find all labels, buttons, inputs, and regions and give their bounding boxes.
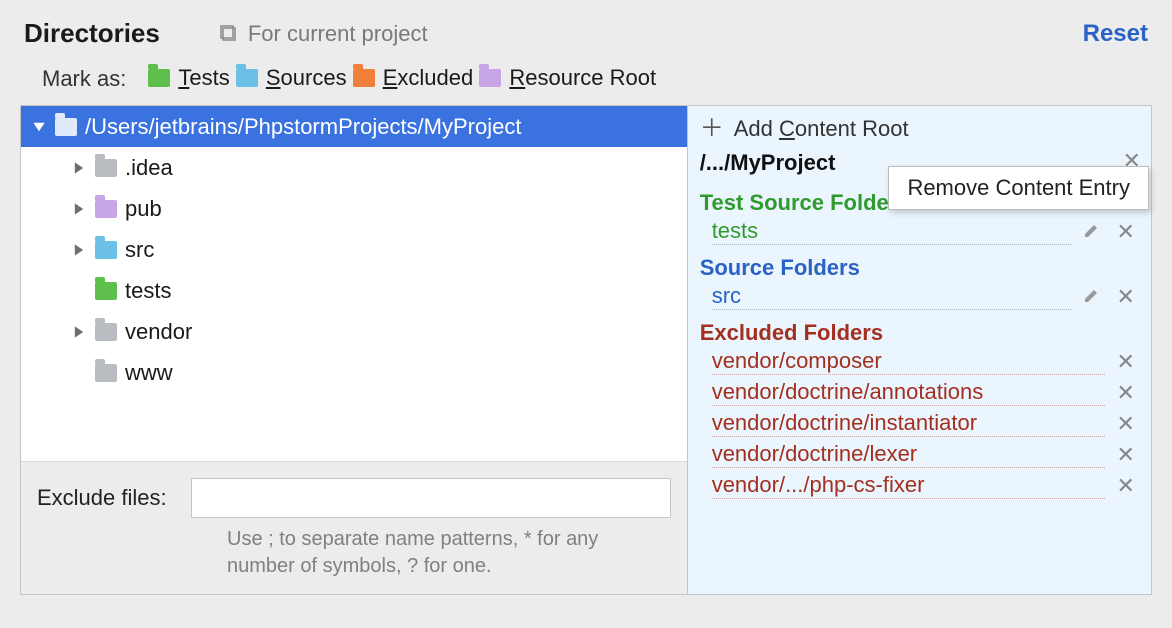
folder-entry-label: vendor/doctrine/annotations [712,379,1105,406]
close-icon[interactable]: ✕ [1113,219,1139,245]
folder-entry[interactable]: tests ✕ [688,216,1151,247]
exclude-files-block: Exclude files: Use ; to separate name pa… [21,461,687,594]
tree-item-label: vendor [125,315,192,348]
add-content-root-label: Add Content Root [734,116,909,142]
folder-icon [95,241,117,259]
close-icon[interactable]: ✕ [1113,349,1139,375]
tree-item[interactable]: pub [21,188,687,229]
mark-as-excluded[interactable]: Excluded [353,65,474,91]
chevron-right-icon[interactable] [71,243,87,257]
chevron-right-icon[interactable] [71,161,87,175]
exclude-files-label: Exclude files: [37,485,167,511]
mark-as-label: Mark as: [42,66,126,92]
folder-entry-label: src [712,283,1071,310]
folder-entry-label: vendor/doctrine/instantiator [712,410,1105,437]
tree-item[interactable]: src [21,229,687,270]
mark-as-resource-root[interactable]: Resource Root [479,65,656,91]
tree-item[interactable]: .idea [21,147,687,188]
scope-icon [220,25,238,43]
mark-as-item-label: Sources [266,65,347,91]
folder-entry-label: vendor/composer [712,348,1105,375]
directory-tree[interactable]: /Users/jetbrains/PhpstormProjects/MyProj… [21,106,687,461]
folder-icon [148,69,170,87]
mark-as-tests[interactable]: Tests [148,65,229,91]
folder-entry-label: tests [712,218,1071,245]
folder-entry[interactable]: src ✕ [688,281,1151,312]
section-title: Excluded Folders [688,312,1151,346]
tree-root-label: /Users/jetbrains/PhpstormProjects/MyProj… [85,110,521,143]
scope-label: For current project [248,21,428,47]
tooltip-remove-content-entry: Remove Content Entry [888,166,1149,210]
folder-entry[interactable]: vendor/doctrine/lexer ✕ [688,439,1151,470]
close-icon[interactable]: ✕ [1113,284,1139,310]
mark-as-item-label: Excluded [383,65,474,91]
folder-entry[interactable]: vendor/composer ✕ [688,346,1151,377]
folder-icon [479,69,501,87]
exclude-files-hint: Use ; to separate name patterns, * for a… [37,518,671,580]
close-icon[interactable]: ✕ [1113,411,1139,437]
close-icon[interactable]: ✕ [1113,442,1139,468]
folder-entry[interactable]: vendor/.../php-cs-fixer ✕ [688,470,1151,501]
pencil-icon[interactable] [1079,284,1105,310]
tree-root[interactable]: /Users/jetbrains/PhpstormProjects/MyProj… [21,106,687,147]
folder-entry[interactable]: vendor/doctrine/instantiator ✕ [688,408,1151,439]
pencil-icon[interactable] [1079,219,1105,245]
reset-button[interactable]: Reset [1083,20,1148,48]
settings-header: Directories For current project Reset [0,0,1172,59]
directory-tree-panel: /Users/jetbrains/PhpstormProjects/MyProj… [21,106,688,594]
plus-icon: ＋ [700,117,724,141]
folder-icon [95,282,117,300]
exclude-files-input[interactable] [191,478,671,518]
tree-item-label: .idea [125,151,173,184]
close-icon[interactable]: ✕ [1113,380,1139,406]
tree-item[interactable]: vendor [21,311,687,352]
add-content-root-button[interactable]: ＋ Add Content Root [688,106,1151,148]
chevron-right-icon[interactable] [71,325,87,339]
folder-icon [95,200,117,218]
folder-entry-label: vendor/doctrine/lexer [712,441,1105,468]
folder-icon [95,364,117,382]
main-panel: /Users/jetbrains/PhpstormProjects/MyProj… [20,105,1152,595]
close-icon[interactable]: ✕ [1113,473,1139,499]
folder-icon [95,323,117,341]
content-root-panel: ＋ Add Content Root /.../MyProject ✕ Remo… [688,106,1151,594]
chevron-right-icon[interactable] [71,202,87,216]
mark-as-sources[interactable]: Sources [236,65,347,91]
chevron-down-icon[interactable] [31,120,47,134]
mark-as-item-label: Tests [178,65,229,91]
mark-as-item-label: Resource Root [509,65,656,91]
folder-icon [95,159,117,177]
tree-item-label: www [125,356,173,389]
folder-entry-label: vendor/.../php-cs-fixer [712,472,1105,499]
page-title: Directories [24,18,160,49]
tree-item-label: src [125,233,154,266]
tree-item[interactable]: tests [21,270,687,311]
mark-as-bar: Mark as: Tests Sources Excluded Resource… [0,59,1172,105]
folder-icon [236,69,258,87]
section-title: Source Folders [688,247,1151,281]
folder-entry[interactable]: vendor/doctrine/annotations ✕ [688,377,1151,408]
tree-item[interactable]: www [21,352,687,393]
tree-item-label: tests [125,274,171,307]
folder-icon [55,118,77,136]
tree-item-label: pub [125,192,162,225]
folder-icon [353,69,375,87]
